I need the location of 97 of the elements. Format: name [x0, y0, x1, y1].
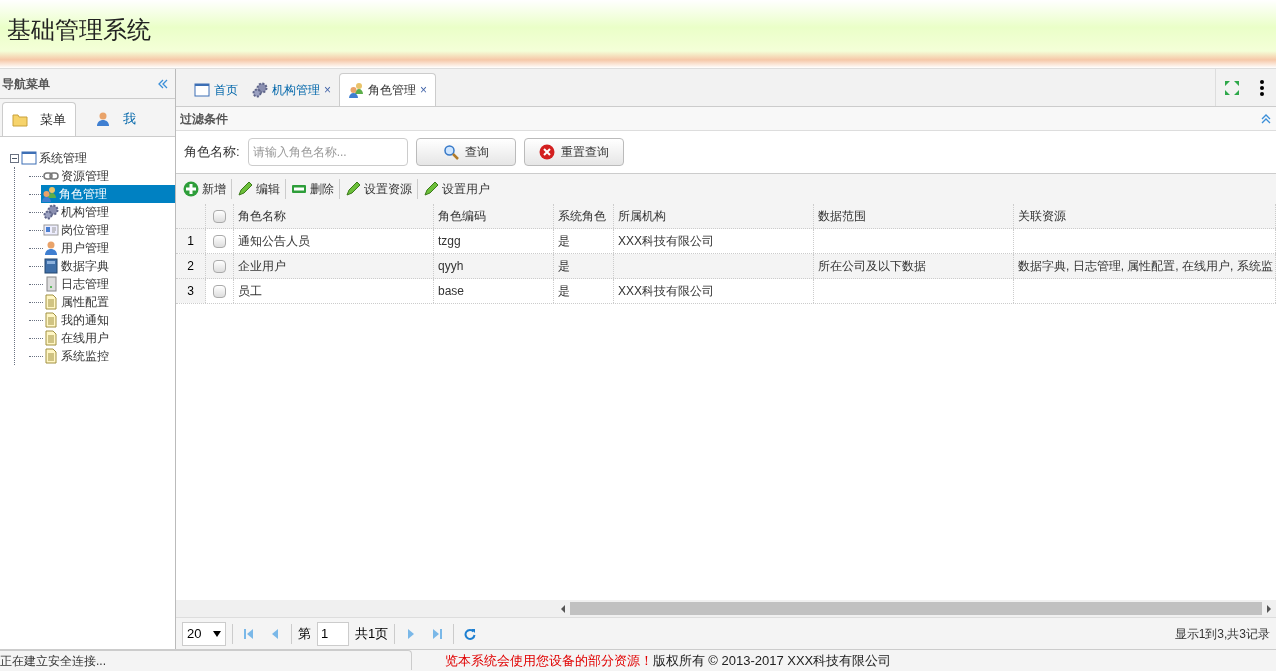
table-cell-text: 是 — [558, 283, 570, 300]
gears-icon — [43, 204, 59, 220]
column-header[interactable]: 关联资源 — [1014, 204, 1276, 228]
table-cell-text: tzgg — [438, 233, 461, 250]
close-tab-icon[interactable]: × — [324, 80, 331, 99]
table-cell-text: XXX科技有限公司 — [618, 283, 714, 300]
tree-item[interactable]: 岗位管理 — [43, 221, 117, 239]
table-cell-text: XXX科技有限公司 — [618, 233, 714, 250]
table-cell-text: 通知公告人员 — [238, 233, 310, 250]
user-icon — [43, 240, 59, 256]
folder-icon — [12, 111, 28, 128]
footer-text: 览本系统会使用您设备的部分资源！版权所有 © 2013-2017 XXX科技有限公司 — [443, 651, 892, 670]
toolbar-button[interactable]: 删除 — [290, 177, 335, 201]
nav-tab[interactable]: 菜单 — [2, 102, 76, 136]
table-cell-text: 员工 — [238, 283, 262, 300]
total-pages: 共1页 — [355, 624, 389, 643]
tree-item[interactable]: 系统管理 — [21, 149, 95, 167]
tree-item[interactable]: 资源管理 — [43, 167, 117, 185]
toolbar-button[interactable]: 编辑 — [236, 177, 281, 201]
page-size-select[interactable]: 20 — [182, 621, 226, 646]
user-icon — [94, 111, 111, 127]
caret-icon — [213, 630, 221, 637]
column-header[interactable]: 角色编码 — [434, 204, 554, 228]
search-icon — [442, 144, 459, 160]
column-header[interactable]: 所属机构 — [614, 204, 814, 228]
loading-status: 正在建立安全连接... — [0, 650, 412, 670]
table-cell-text: base — [438, 283, 465, 300]
tree-item[interactable]: 我的通知 — [43, 311, 117, 329]
cancel-icon — [538, 144, 555, 160]
table-cell-text: 企业用户 — [238, 258, 286, 275]
page-tab[interactable]: 机构管理 × — [246, 73, 337, 106]
app-title: 基础管理系统 — [7, 15, 151, 45]
table-cell-text: qyyh — [438, 258, 464, 275]
window-icon — [194, 81, 210, 98]
toolbar-button[interactable]: 新增 — [182, 177, 227, 201]
search-button[interactable]: 查询 — [415, 138, 516, 166]
panel-title: 导航菜单 — [2, 75, 50, 93]
column-header[interactable]: 角色名称 — [234, 204, 434, 228]
toolbar-button[interactable]: 设置用户 — [422, 177, 491, 201]
scroll-right-icon[interactable] — [1265, 604, 1273, 613]
tree-item[interactable]: 系统监控 — [43, 347, 117, 365]
row-checkbox[interactable] — [213, 234, 226, 248]
row-number: 3 — [176, 279, 206, 303]
server-icon — [43, 276, 59, 292]
fullscreen-icon[interactable] — [1224, 79, 1240, 96]
scroll-left-icon[interactable] — [559, 604, 567, 613]
book-icon — [43, 258, 59, 274]
pencil-icon — [237, 181, 253, 197]
users-icon — [41, 186, 58, 202]
row-checkbox[interactable] — [213, 284, 226, 298]
window-icon — [21, 150, 37, 166]
pencil-icon — [423, 181, 439, 197]
tree-item[interactable]: 用户管理 — [43, 239, 117, 257]
tree-item[interactable]: 数据字典 — [43, 257, 117, 275]
row-number: 1 — [176, 229, 206, 253]
last-page-icon[interactable] — [431, 627, 444, 640]
toolbar-button[interactable]: 设置资源 — [344, 177, 413, 201]
tree-item[interactable]: 角色管理 — [41, 185, 175, 203]
row-checkbox[interactable] — [213, 259, 226, 273]
filter-title: 过滤条件 — [180, 110, 228, 128]
tree-item[interactable]: 日志管理 — [43, 275, 117, 293]
page-label: 第 — [298, 624, 311, 643]
table-cell-text: 是 — [558, 233, 570, 250]
page-tab[interactable]: 角色管理 × — [339, 73, 437, 106]
column-header[interactable]: 系统角色 — [554, 204, 614, 228]
users-icon — [348, 82, 364, 98]
page-number-field[interactable]: 1 — [317, 621, 349, 646]
nav-tab[interactable]: 我 — [78, 102, 152, 136]
add-icon — [183, 181, 199, 197]
document-icon — [43, 330, 59, 346]
record-summary: 显示1到3,共3记录 — [1174, 625, 1270, 643]
select-all-checkbox[interactable] — [213, 209, 226, 223]
refresh-icon[interactable] — [464, 627, 477, 640]
table-cell-text: 是 — [558, 258, 570, 275]
close-tab-icon[interactable]: × — [420, 81, 428, 99]
first-page-icon[interactable] — [243, 627, 255, 640]
role-name-field[interactable]: 请输入角色名称... — [247, 138, 408, 166]
field-label: 角色名称: — [184, 143, 240, 162]
collapse-up-icon[interactable] — [1260, 112, 1272, 125]
gears-icon — [252, 81, 268, 98]
tree-item[interactable]: 在线用户 — [43, 329, 117, 347]
page-tab[interactable]: 首页 — [188, 73, 244, 106]
tree-item[interactable]: 属性配置 — [43, 293, 117, 311]
more-options-icon[interactable] — [1260, 79, 1264, 96]
collapse-toggle-icon[interactable] — [10, 153, 19, 163]
id-card-icon — [43, 222, 59, 238]
document-icon — [43, 294, 59, 310]
tree-item[interactable]: 机构管理 — [43, 203, 117, 221]
document-icon — [43, 312, 59, 328]
collapse-left-icon[interactable] — [157, 77, 169, 90]
column-header[interactable]: 数据范围 — [814, 204, 1014, 228]
horizontal-scrollbar[interactable] — [570, 602, 1262, 615]
document-icon — [43, 348, 59, 364]
table-cell-text: 数据字典, 日志管理, 属性配置, 在线用户, 系统监 — [1018, 258, 1273, 275]
reset-button[interactable]: 重置查询 — [523, 138, 624, 166]
table-cell-text: 所在公司及以下数据 — [818, 258, 926, 275]
pencil-icon — [345, 181, 361, 197]
